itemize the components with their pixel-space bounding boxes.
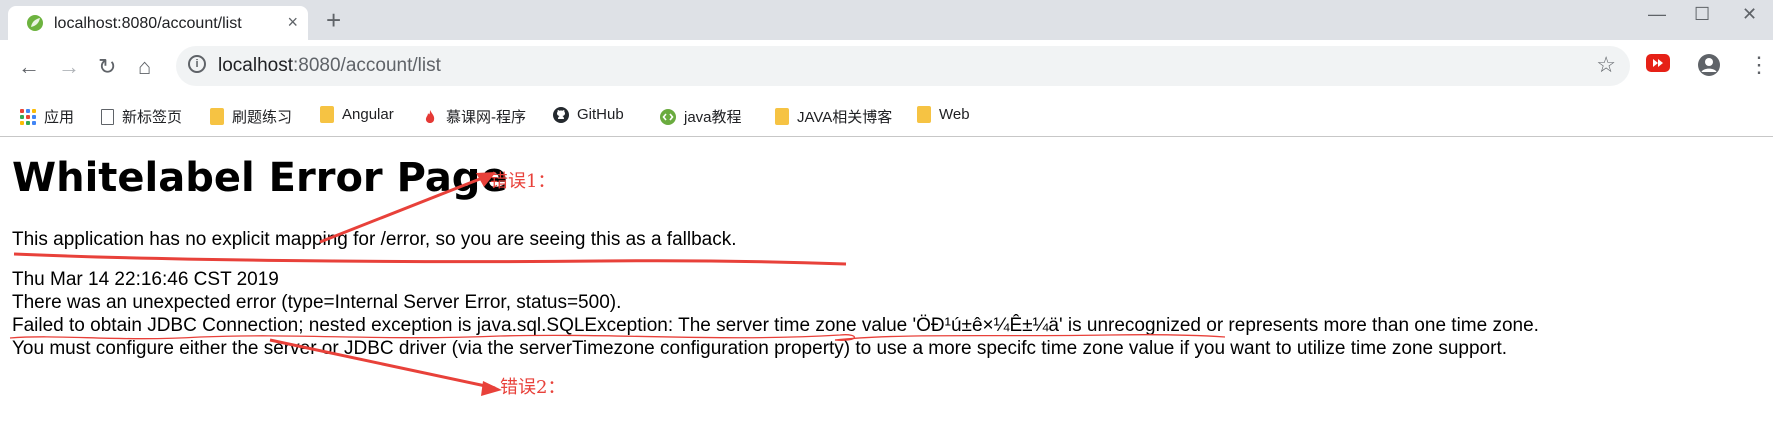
bookmark-folder-angular[interactable]: Angular [320, 106, 394, 123]
bookmark-label: JAVA相关博客 [797, 109, 893, 126]
youtube-extension-icon[interactable] [1646, 53, 1670, 73]
folder-icon [320, 106, 334, 123]
underline-mark [13, 252, 847, 266]
exception-message: Failed to obtain JDBC Connection; nested… [12, 315, 1539, 336]
tab-title: localhost:8080/account/list [54, 15, 242, 32]
browser-tab[interactable]: localhost:8080/account/list × [8, 6, 308, 40]
apps-grid-icon [20, 108, 36, 125]
info-icon[interactable]: i [188, 55, 206, 73]
browser-menu-icon[interactable]: ⋮ [1748, 52, 1770, 78]
window-close-button[interactable]: ✕ [1742, 4, 1757, 25]
maximize-button[interactable]: ☐ [1694, 4, 1710, 25]
page-content: Whitelabel Error Page This application h… [0, 137, 1773, 442]
bookmark-label: java教程 [684, 109, 742, 126]
folder-icon [775, 108, 789, 125]
bookmark-label: GitHub [577, 106, 624, 123]
address-bar[interactable]: i localhost:8080/account/list ☆ [176, 46, 1630, 86]
page-icon [101, 108, 114, 125]
forward-button[interactable]: → [58, 54, 80, 80]
reload-button[interactable]: ↻ [98, 54, 116, 80]
folder-icon [210, 108, 224, 125]
home-button[interactable]: ⌂ [138, 54, 151, 80]
bookmark-folder-java-blogs[interactable]: JAVA相关博客 [775, 106, 892, 127]
back-button[interactable]: ← [18, 54, 40, 80]
flame-icon [425, 109, 435, 123]
bookmark-apps[interactable]: 应用 [20, 106, 74, 127]
bookmark-label: Angular [342, 106, 394, 123]
bookmark-folder-practice[interactable]: 刷题练习 [210, 106, 292, 127]
annotation-error-2: 错误2： [500, 377, 566, 398]
bookmark-label: 慕课网-程序 [446, 109, 526, 126]
bookmark-label: 新标签页 [122, 109, 183, 126]
github-icon [553, 106, 569, 123]
browser-toolbar: ← → ↻ ⌂ i localhost:8080/account/list ☆ … [0, 40, 1773, 96]
bookmark-label: Web [939, 106, 970, 123]
spring-leaf-icon [27, 15, 43, 31]
bookmarks-bar: 应用 新标签页 刷题练习 Angular 慕课网-程序 GitHub java教… [0, 96, 1773, 137]
url-path: :8080/account/list [293, 55, 441, 76]
error-timestamp: Thu Mar 14 22:16:46 CST 2019 [12, 269, 279, 290]
bookmark-star-icon[interactable]: ☆ [1596, 52, 1616, 78]
error-status: There was an unexpected error (type=Inte… [12, 292, 622, 313]
minimize-button[interactable]: — [1648, 4, 1666, 25]
tab-close-button[interactable]: × [287, 12, 298, 33]
profile-avatar-icon[interactable] [1697, 53, 1721, 77]
bookmark-new-tab[interactable]: 新标签页 [101, 106, 182, 127]
bookmark-label: 刷题练习 [232, 109, 293, 126]
new-tab-button[interactable]: + [326, 6, 341, 34]
page-title: Whitelabel Error Page [12, 155, 508, 201]
code-icon [660, 108, 676, 125]
url-host: localhost [218, 55, 293, 76]
timezone-hint: You must configure either the server or … [12, 338, 1508, 359]
bookmark-imooc[interactable]: 慕课网-程序 [422, 106, 526, 127]
bookmark-github[interactable]: GitHub [553, 106, 624, 123]
url-text[interactable]: localhost:8080/account/list [218, 55, 441, 77]
tab-strip: localhost:8080/account/list × + — ☐ ✕ [0, 0, 1773, 40]
folder-icon [917, 106, 931, 123]
bookmark-label: 应用 [44, 109, 75, 126]
bookmark-folder-web[interactable]: Web [917, 106, 970, 123]
bookmark-java-tutorial[interactable]: java教程 [660, 106, 742, 127]
annotation-error-1: 错误1： [490, 171, 556, 192]
fallback-message: This application has no explicit mapping… [12, 229, 737, 250]
